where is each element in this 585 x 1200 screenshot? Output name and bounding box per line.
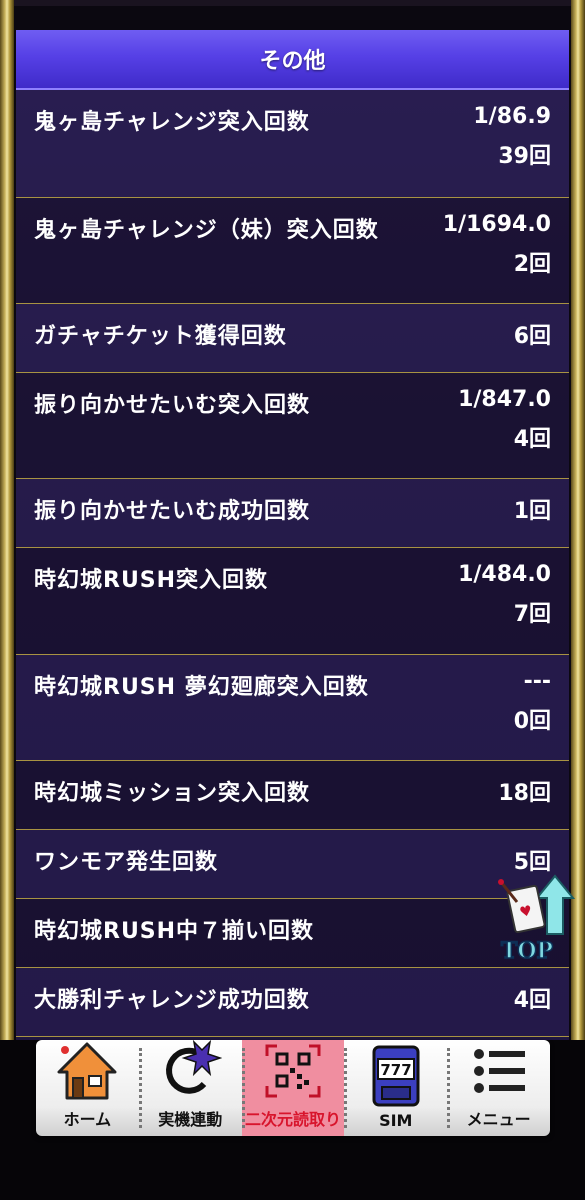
- playing-card-arrow-up-icon: ♥ TOP: [498, 874, 576, 965]
- stat-label: 時幻城RUSH 夢幻廻廊突入回数: [34, 675, 369, 700]
- stat-probability: 1/1694.0: [442, 212, 551, 237]
- stat-count: 7回: [513, 602, 551, 627]
- stat-row: 時幻城RUSH中７揃い回数: [16, 899, 569, 968]
- stat-label: 鬼ヶ島チャレンジ（妹）突入回数: [34, 218, 379, 243]
- slot-machine-777-icon: 777: [372, 1045, 420, 1107]
- nav-sim-button[interactable]: 777 SIM: [344, 1040, 447, 1136]
- stat-label: 振り向かせたいむ成功回数: [34, 499, 311, 524]
- nav-sim-label: SIM: [379, 1111, 413, 1130]
- stat-label: ワンモア発生回数: [34, 850, 219, 875]
- stat-row: 振り向かせたいむ突入回数 1/847.0 4回: [16, 373, 569, 479]
- house-icon: [57, 1042, 117, 1100]
- scroll-to-top-button[interactable]: ♥ TOP: [497, 872, 577, 965]
- stat-row: 時幻城RUSH 夢幻廻廊突入回数 --- 0回: [16, 655, 569, 761]
- stat-count: 0回: [513, 709, 551, 734]
- stat-count: 2回: [513, 252, 551, 277]
- section-header: その他: [16, 30, 569, 90]
- stat-probability: 1/847.0: [458, 387, 551, 412]
- stat-row: 鬼ヶ島チャレンジ突入回数 1/86.9 39回: [16, 90, 569, 198]
- stat-row: ガチャチケット獲得回数 6回: [16, 304, 569, 373]
- stat-label: ガチャチケット獲得回数: [34, 324, 287, 349]
- stat-row: 鬼ヶ島チャレンジ（妹）突入回数 1/1694.0 2回: [16, 198, 569, 304]
- nav-qr-label: 二次元読取り: [244, 1110, 341, 1129]
- sim-reels-text: 777: [380, 1061, 411, 1079]
- stat-row: ワンモア発生回数 5回: [16, 830, 569, 899]
- stat-count: 6回: [513, 324, 551, 349]
- stat-row: 振り向かせたいむ成功回数 1回: [16, 479, 569, 548]
- stat-row: 時幻城RUSH突入回数 1/484.0 7回: [16, 548, 569, 655]
- top-label: TOP: [501, 938, 553, 962]
- stat-count: 18回: [498, 781, 551, 806]
- nav-sync-label: 実機連動: [158, 1110, 223, 1129]
- top-edge: [0, 0, 585, 6]
- stat-label: 振り向かせたいむ突入回数: [34, 393, 311, 418]
- stat-probability: 1/86.9: [473, 104, 551, 129]
- stat-row: 時幻城ミッション突入回数 18回: [16, 761, 569, 830]
- list-menu-icon: [473, 1049, 525, 1093]
- qr-code-icon: [265, 1044, 321, 1098]
- stat-row: 大勝利チャレンジ成功回数 4回: [16, 968, 569, 1037]
- stat-label: 大勝利チャレンジ成功回数: [34, 988, 310, 1013]
- nav-qr-button[interactable]: 二次元読取り: [241, 1040, 345, 1136]
- stat-probability: 1/484.0: [458, 562, 551, 587]
- nav-home-button[interactable]: ホーム: [36, 1040, 139, 1136]
- nav-menu-label: メニュー: [466, 1110, 531, 1129]
- stat-probability: ---: [523, 669, 551, 694]
- left-gold-border: [0, 0, 14, 1040]
- bottom-navigation: ホーム 実機連動 二次元読取り 777 SIM メニュー: [36, 1040, 550, 1136]
- stats-panel: その他 鬼ヶ島チャレンジ突入回数 1/86.9 39回 鬼ヶ島チャレンジ（妹）突…: [16, 30, 569, 1040]
- stat-label: 時幻城RUSH突入回数: [34, 568, 269, 593]
- stat-label: 時幻城ミッション突入回数: [34, 781, 311, 806]
- stat-label: 時幻城RUSH中７揃い回数: [34, 919, 315, 944]
- stat-count: 1回: [513, 499, 551, 524]
- stat-count: 4回: [513, 988, 551, 1013]
- stat-count: 39回: [498, 144, 551, 169]
- nav-sync-button[interactable]: 実機連動: [138, 1040, 242, 1136]
- nav-menu-button[interactable]: メニュー: [447, 1040, 550, 1136]
- section-title: その他: [259, 49, 326, 74]
- stat-count: 4回: [513, 427, 551, 452]
- nav-home-label: ホーム: [63, 1110, 112, 1129]
- sync-emblem-icon: [166, 1040, 223, 1094]
- stat-label: 鬼ヶ島チャレンジ突入回数: [34, 110, 310, 135]
